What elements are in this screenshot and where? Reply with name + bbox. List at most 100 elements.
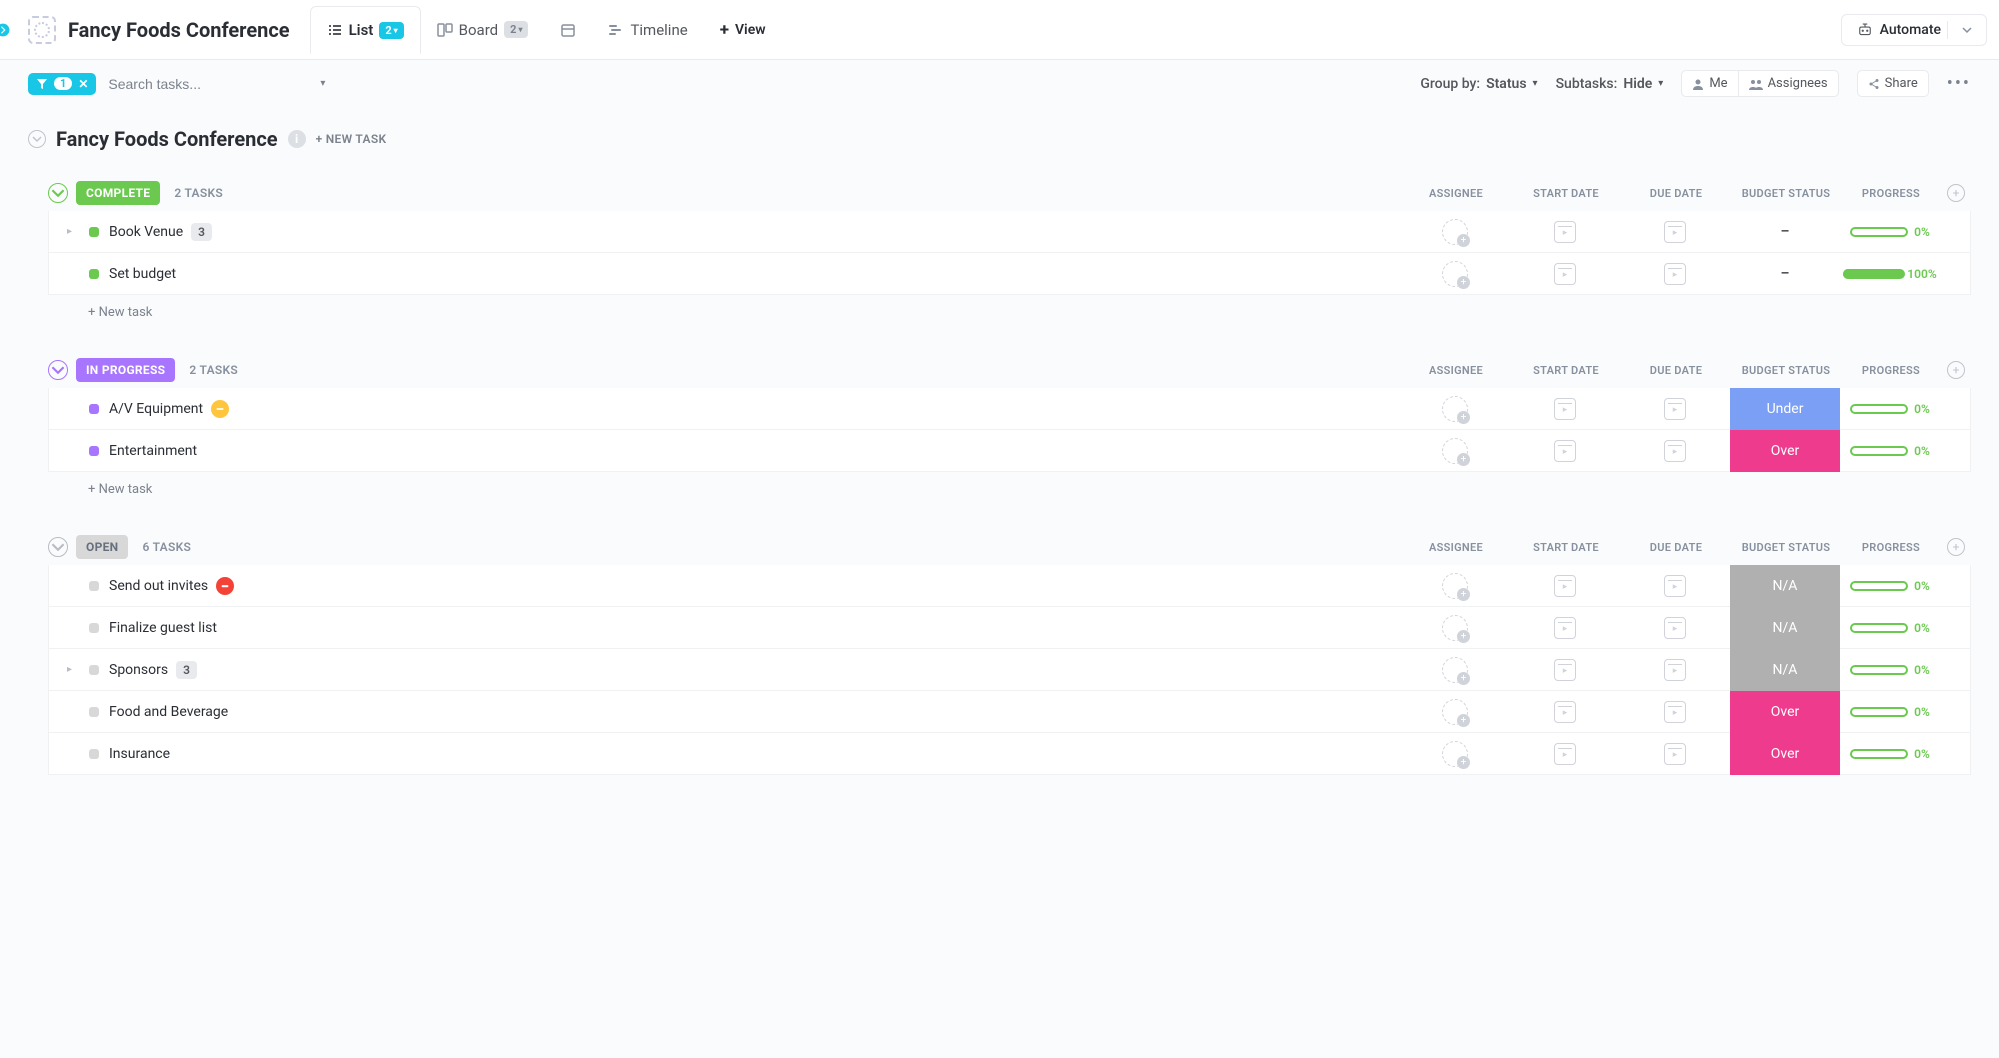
assignee-placeholder[interactable] — [1442, 657, 1468, 683]
task-row[interactable]: ▸Book Venue3 – 0% — [48, 211, 1971, 253]
start-date-placeholder[interactable] — [1554, 221, 1576, 243]
project-icon[interactable] — [28, 16, 56, 44]
col-header-budget[interactable]: BUDGET STATUS — [1731, 541, 1841, 554]
assignees-filter-button[interactable]: Assignees — [1739, 70, 1839, 97]
collapse-list-button[interactable] — [28, 130, 46, 148]
col-header-due-date[interactable]: DUE DATE — [1621, 187, 1731, 200]
progress-bar[interactable]: 0% — [1850, 705, 1930, 719]
task-name[interactable]: Finalize guest list — [109, 620, 217, 636]
add-column-button[interactable]: + — [1947, 184, 1965, 202]
task-row[interactable]: Food and Beverage Over 0% — [48, 691, 1971, 733]
collapse-group-button[interactable] — [48, 537, 68, 557]
assignee-placeholder[interactable] — [1442, 699, 1468, 725]
new-task-row[interactable]: + New task — [48, 472, 1971, 497]
progress-bar[interactable]: 0% — [1850, 621, 1930, 635]
expand-subtasks-icon[interactable]: ▸ — [67, 664, 79, 675]
task-name[interactable]: Send out invites — [109, 578, 208, 594]
budget-status-cell[interactable]: N/A — [1730, 565, 1840, 607]
status-pill[interactable]: IN PROGRESS — [76, 358, 175, 382]
col-header-progress[interactable]: PROGRESS — [1841, 364, 1941, 377]
col-header-progress[interactable]: PROGRESS — [1841, 187, 1941, 200]
me-filter-button[interactable]: Me — [1681, 70, 1738, 97]
task-name[interactable]: Entertainment — [109, 443, 197, 459]
status-dot[interactable] — [89, 623, 99, 633]
task-row[interactable]: Entertainment Over 0% — [48, 430, 1971, 472]
col-header-budget[interactable]: BUDGET STATUS — [1731, 187, 1841, 200]
task-row[interactable]: Finalize guest list N/A 0% — [48, 607, 1971, 649]
progress-bar[interactable]: 0% — [1850, 444, 1930, 458]
assignee-placeholder[interactable] — [1442, 396, 1468, 422]
assignee-placeholder[interactable] — [1442, 573, 1468, 599]
project-title[interactable]: Fancy Foods Conference — [68, 18, 290, 42]
view-tab-calendar[interactable] — [544, 6, 592, 54]
due-date-placeholder[interactable] — [1664, 617, 1686, 639]
start-date-placeholder[interactable] — [1554, 398, 1576, 420]
start-date-placeholder[interactable] — [1554, 701, 1576, 723]
new-task-button[interactable]: + NEW TASK — [316, 132, 387, 146]
due-date-placeholder[interactable] — [1664, 659, 1686, 681]
task-row[interactable]: A/V Equipment Under 0% — [48, 388, 1971, 430]
info-icon[interactable]: i — [288, 130, 306, 148]
due-date-placeholder[interactable] — [1664, 575, 1686, 597]
add-view-button[interactable]: + View — [704, 20, 782, 40]
share-button[interactable]: Share — [1857, 70, 1929, 97]
progress-bar[interactable]: 0% — [1850, 402, 1930, 416]
progress-bar[interactable]: 0% — [1850, 579, 1930, 593]
subtask-count[interactable]: 3 — [191, 223, 212, 241]
start-date-placeholder[interactable] — [1554, 263, 1576, 285]
due-date-placeholder[interactable] — [1664, 263, 1686, 285]
col-header-start-date[interactable]: START DATE — [1511, 364, 1621, 377]
view-tab-board[interactable]: Board 2▾ — [421, 6, 545, 54]
subtask-count[interactable]: 3 — [176, 661, 197, 679]
subtasks-control[interactable]: Subtasks: Hide ▾ — [1556, 76, 1664, 92]
col-header-due-date[interactable]: DUE DATE — [1621, 364, 1731, 377]
col-header-start-date[interactable]: START DATE — [1511, 541, 1621, 554]
search-input[interactable] — [108, 76, 308, 92]
collapse-group-button[interactable] — [48, 183, 68, 203]
task-name[interactable]: Sponsors — [109, 662, 168, 678]
status-dot[interactable] — [89, 404, 99, 414]
task-name[interactable]: Insurance — [109, 746, 170, 762]
start-date-placeholder[interactable] — [1554, 575, 1576, 597]
budget-status-cell[interactable]: – — [1730, 224, 1840, 240]
status-pill[interactable]: COMPLETE — [76, 181, 160, 205]
col-header-assignee[interactable]: ASSIGNEE — [1401, 364, 1511, 377]
budget-status-cell[interactable]: N/A — [1730, 649, 1840, 691]
start-date-placeholder[interactable] — [1554, 440, 1576, 462]
due-date-placeholder[interactable] — [1664, 398, 1686, 420]
start-date-placeholder[interactable] — [1554, 743, 1576, 765]
task-row[interactable]: Insurance Over 0% — [48, 733, 1971, 775]
view-tab-timeline[interactable]: Timeline — [592, 6, 703, 54]
status-dot[interactable] — [89, 581, 99, 591]
status-dot[interactable] — [89, 749, 99, 759]
budget-status-cell[interactable]: N/A — [1730, 607, 1840, 649]
close-icon[interactable]: ✕ — [78, 77, 88, 91]
due-date-placeholder[interactable] — [1664, 743, 1686, 765]
assignee-placeholder[interactable] — [1442, 261, 1468, 287]
priority-flag-icon[interactable] — [216, 577, 234, 595]
budget-status-cell[interactable]: Under — [1730, 388, 1840, 430]
task-name[interactable]: Set budget — [109, 266, 176, 282]
add-column-button[interactable]: + — [1947, 361, 1965, 379]
progress-bar[interactable]: 0% — [1850, 747, 1930, 761]
status-dot[interactable] — [89, 665, 99, 675]
status-dot[interactable] — [89, 707, 99, 717]
col-header-progress[interactable]: PROGRESS — [1841, 541, 1941, 554]
status-dot[interactable] — [89, 446, 99, 456]
expand-subtasks-icon[interactable]: ▸ — [67, 226, 79, 237]
collapse-group-button[interactable] — [48, 360, 68, 380]
sidebar-expand-button[interactable] — [0, 0, 12, 60]
assignee-placeholder[interactable] — [1442, 615, 1468, 641]
task-row[interactable]: Set budget – 100% — [48, 253, 1971, 295]
assignee-placeholder[interactable] — [1442, 438, 1468, 464]
start-date-placeholder[interactable] — [1554, 659, 1576, 681]
col-header-budget[interactable]: BUDGET STATUS — [1731, 364, 1841, 377]
progress-bar[interactable]: 0% — [1850, 663, 1930, 677]
assignee-placeholder[interactable] — [1442, 741, 1468, 767]
task-name[interactable]: A/V Equipment — [109, 401, 203, 417]
task-name[interactable]: Food and Beverage — [109, 704, 228, 720]
task-name[interactable]: Book Venue — [109, 224, 183, 240]
task-row[interactable]: ▸ Sponsors 3 N/A 0% — [48, 649, 1971, 691]
start-date-placeholder[interactable] — [1554, 617, 1576, 639]
col-header-assignee[interactable]: ASSIGNEE — [1401, 187, 1511, 200]
